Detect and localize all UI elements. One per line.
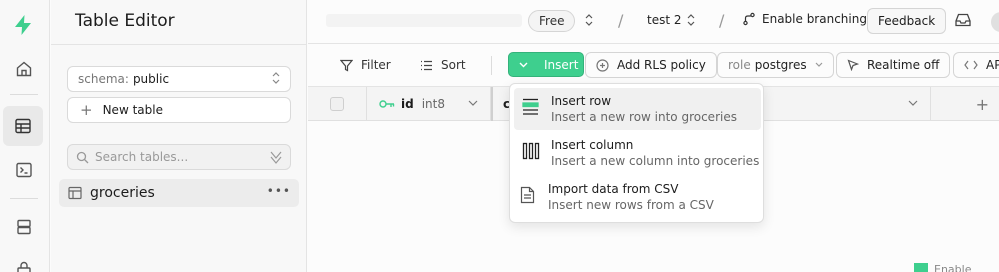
sort-icon xyxy=(421,60,432,70)
chevron-down-icon[interactable] xyxy=(908,98,918,109)
api-button[interactable]: AP xyxy=(953,52,999,78)
filter-label: Filter xyxy=(361,58,391,72)
toolbar-divider xyxy=(491,56,492,75)
sidebar-divider xyxy=(51,44,307,45)
new-table-button[interactable]: + New table xyxy=(67,97,291,123)
avatar[interactable] xyxy=(991,12,999,32)
chevron-down-icon xyxy=(815,60,823,70)
cursor-icon xyxy=(847,59,859,71)
code-icon xyxy=(964,60,978,70)
menu-item-title: Insert row xyxy=(551,94,612,108)
table-icon xyxy=(68,186,82,200)
select-all-cell xyxy=(308,87,367,121)
search-icon xyxy=(76,151,89,163)
enable-branching-button[interactable]: Enable branching xyxy=(742,12,867,26)
role-key: role xyxy=(728,58,751,72)
inbox-icon[interactable] xyxy=(954,11,972,33)
more-icon[interactable]: ••• xyxy=(267,184,291,198)
filter-icon[interactable] xyxy=(270,150,282,164)
file-icon xyxy=(520,186,535,208)
schema-label: schema: xyxy=(78,72,129,86)
breadcrumb-separator: / xyxy=(618,11,624,30)
plus-circle-icon xyxy=(596,58,609,72)
sidebar-title: Table Editor xyxy=(75,11,175,31)
primary-key-icon xyxy=(379,100,395,108)
menu-item-subtitle: Insert a new row into groceries xyxy=(551,110,737,124)
rail-divider xyxy=(10,94,38,95)
column-type: int8 xyxy=(421,97,445,111)
git-branch-icon xyxy=(743,12,755,26)
rows-icon xyxy=(522,98,539,120)
api-label: AP xyxy=(986,58,999,72)
home-icon[interactable] xyxy=(13,58,35,80)
menu-item-subtitle: Insert a new column into groceries xyxy=(551,154,760,168)
role-selector[interactable]: role postgres xyxy=(717,52,834,78)
plan-badge: Free xyxy=(528,10,576,32)
insert-label: Insert xyxy=(544,57,579,72)
organization-name-redacted xyxy=(326,14,522,27)
menu-item-title: Import data from CSV xyxy=(548,182,679,196)
role-value: postgres xyxy=(754,58,807,72)
new-table-label: New table xyxy=(102,103,163,117)
schema-selector[interactable]: schema: public xyxy=(67,66,291,92)
table-editor-icon[interactable] xyxy=(3,106,43,146)
columns-icon xyxy=(522,142,540,164)
menu-item-insert-column[interactable]: Insert column Insert a new column into g… xyxy=(514,132,761,174)
filter-button[interactable]: Filter xyxy=(340,52,391,78)
footer-hint-label: Enable xyxy=(934,263,972,272)
menu-item-title: Insert column xyxy=(551,138,634,152)
project-name[interactable]: test 2 xyxy=(647,13,682,27)
chevron-updown-icon xyxy=(272,71,280,88)
realtime-toggle-button[interactable]: Realtime off xyxy=(836,52,951,78)
column-name: id xyxy=(401,97,414,111)
search-tables-input[interactable] xyxy=(95,150,265,164)
add-rls-policy-label: Add RLS policy xyxy=(617,58,706,72)
project-switcher-icon[interactable] xyxy=(687,13,695,29)
nav-rail xyxy=(0,0,50,272)
sort-button[interactable]: Sort xyxy=(420,52,466,78)
org-switcher-icon[interactable] xyxy=(585,13,593,29)
chevron-down-icon xyxy=(519,62,528,67)
insert-button[interactable]: Insert xyxy=(508,52,584,77)
menu-item-insert-row[interactable]: Insert row Insert a new row into groceri… xyxy=(514,88,761,130)
add-rls-policy-button[interactable]: Add RLS policy xyxy=(585,52,717,78)
chevron-down-icon[interactable] xyxy=(468,98,478,109)
status-indicator xyxy=(914,263,928,272)
sidebar-item-groceries[interactable]: groceries ••• xyxy=(59,179,299,207)
rail-divider xyxy=(10,198,38,199)
feedback-button[interactable]: Feedback xyxy=(867,8,947,34)
breadcrumb-separator: / xyxy=(719,11,725,30)
column-header-id[interactable]: id int8 xyxy=(367,87,491,121)
add-column-icon[interactable]: + xyxy=(976,95,989,114)
search-tables xyxy=(67,144,291,170)
menu-item-subtitle: Insert new rows from a CSV xyxy=(548,198,714,212)
auth-icon[interactable] xyxy=(13,258,35,272)
table-name: groceries xyxy=(90,185,155,201)
realtime-label: Realtime off xyxy=(867,58,940,72)
funnel-icon xyxy=(340,59,353,71)
sql-editor-icon[interactable] xyxy=(13,159,35,181)
select-all-checkbox[interactable] xyxy=(330,97,344,111)
schema-value: public xyxy=(132,72,170,86)
supabase-logo[interactable] xyxy=(11,13,35,37)
database-icon[interactable] xyxy=(13,216,35,238)
insert-menu: Insert row Insert a new row into groceri… xyxy=(509,83,764,223)
grid-toolbar: Filter Sort Insert Add RLS policy role p… xyxy=(308,45,999,87)
footer-hint: Enable xyxy=(914,263,999,272)
table-editor-sidebar: Table Editor schema: public + New table … xyxy=(51,0,307,272)
plus-icon: + xyxy=(80,100,93,119)
enable-branching-label: Enable branching xyxy=(762,12,867,26)
sort-label: Sort xyxy=(441,58,466,72)
menu-item-import-csv[interactable]: Import data from CSV Insert new rows fro… xyxy=(514,176,761,218)
top-bar: Free / test 2 / Enable branching Feedbac… xyxy=(308,0,999,44)
